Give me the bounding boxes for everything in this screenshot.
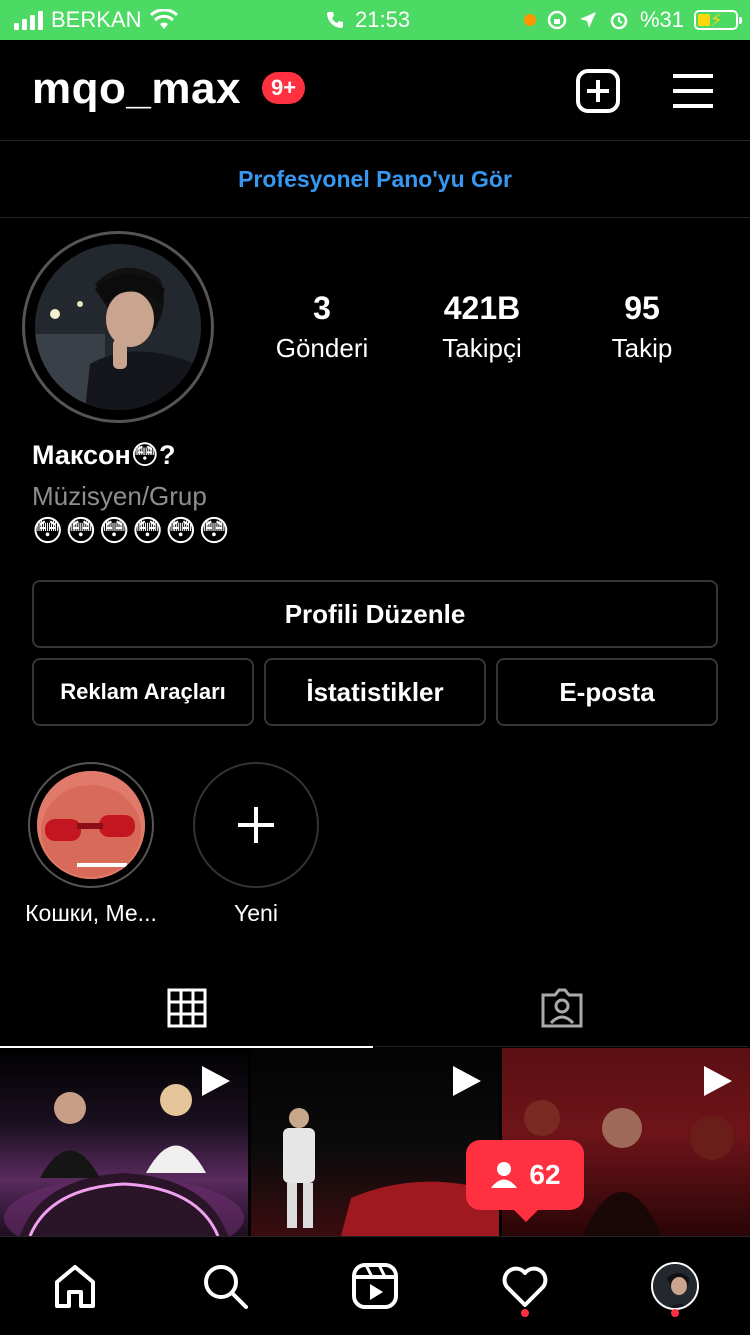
privacy-indicator (523, 14, 536, 26)
profile-category: Müzisyen/Grup (32, 481, 207, 511)
reel-play-icon (202, 1066, 230, 1096)
notification-badge[interactable]: 9+ (262, 72, 306, 104)
nav-activity[interactable] (500, 1261, 550, 1311)
highlight-label: Кошки, Ме... (25, 900, 157, 926)
location-icon (579, 12, 596, 28)
profile-tab-avatar (651, 1262, 699, 1310)
post-thumbnail[interactable] (0, 1048, 248, 1236)
new-post-icon[interactable] (575, 68, 621, 114)
followers-count: 421B (443, 290, 521, 326)
tagged-person-icon (541, 988, 582, 1028)
following-count: 95 (624, 290, 660, 326)
post-thumbnail[interactable] (251, 1048, 499, 1236)
wifi-icon (150, 9, 179, 29)
battery-percent: %31 (639, 7, 684, 32)
new-followers-popup[interactable]: 62 (466, 1140, 584, 1222)
new-highlight[interactable]: Yeni (181, 762, 331, 927)
activity-dot (521, 1309, 529, 1317)
email-button[interactable]: E-posta (496, 658, 718, 726)
person-icon (491, 1162, 518, 1188)
nav-reels[interactable] (350, 1261, 400, 1311)
reel-play-icon (453, 1066, 481, 1096)
followers-stat[interactable]: 421B Takipçi (402, 290, 562, 364)
reel-play-icon (704, 1066, 732, 1096)
highlight-cover (37, 771, 145, 879)
grid-icon (167, 988, 206, 1028)
posts-label: Gönderi (275, 333, 369, 363)
alarm-icon (610, 12, 628, 30)
edit-profile-button[interactable]: Profili Düzenle (32, 580, 718, 648)
posts-stat[interactable]: 3 Gönderi (242, 290, 402, 364)
profile-dot (671, 1309, 679, 1317)
story-highlight[interactable]: Кошки, Ме... (16, 762, 166, 927)
followers-label: Takipçi (442, 333, 522, 363)
profile-avatar[interactable] (35, 244, 201, 410)
nav-home[interactable] (50, 1261, 100, 1311)
ad-tools-button[interactable]: Reklam Araçları (32, 658, 254, 726)
bottom-navigation (0, 1236, 750, 1335)
nav-profile[interactable] (650, 1261, 700, 1311)
clock: 21:53 (355, 7, 411, 32)
username[interactable]: mqo_max (32, 64, 241, 114)
tab-tagged[interactable] (375, 970, 748, 1047)
profile-bio: 😳😳😳😳😳😳 (32, 515, 232, 548)
profile-avatar-ring[interactable] (22, 231, 214, 423)
new-highlight-label: Yeni (234, 900, 278, 926)
signal-icon (14, 10, 43, 30)
following-label: Takip (611, 333, 673, 363)
status-bar: BERKAN 21:53 %31 ⚡ (0, 0, 750, 40)
new-highlight-ring[interactable] (193, 762, 319, 888)
display-name: Максон😳? (32, 440, 176, 470)
insights-button[interactable]: İstatistikler (264, 658, 486, 726)
following-stat[interactable]: 95 Takip (562, 290, 722, 364)
plus-icon (238, 807, 274, 843)
menu-icon[interactable] (670, 68, 716, 114)
highlight-ring[interactable] (28, 762, 154, 888)
professional-dashboard-link[interactable]: Profesyonel Pano'yu Gör (0, 141, 750, 218)
new-followers-count: 62 (529, 1159, 561, 1190)
carrier-name: BERKAN (51, 7, 142, 32)
profile-header: mqo_max 9+ (0, 40, 750, 141)
rotation-lock-icon (547, 10, 567, 30)
battery-icon: ⚡ (694, 10, 742, 30)
reels-icon (352, 1263, 398, 1309)
search-icon (204, 1265, 248, 1309)
heart-icon (502, 1266, 548, 1307)
home-icon (55, 1265, 95, 1308)
tab-posts-grid[interactable] (0, 970, 373, 1048)
posts-count: 3 (313, 290, 331, 326)
nav-search[interactable] (200, 1261, 250, 1311)
phone-icon (327, 12, 343, 28)
